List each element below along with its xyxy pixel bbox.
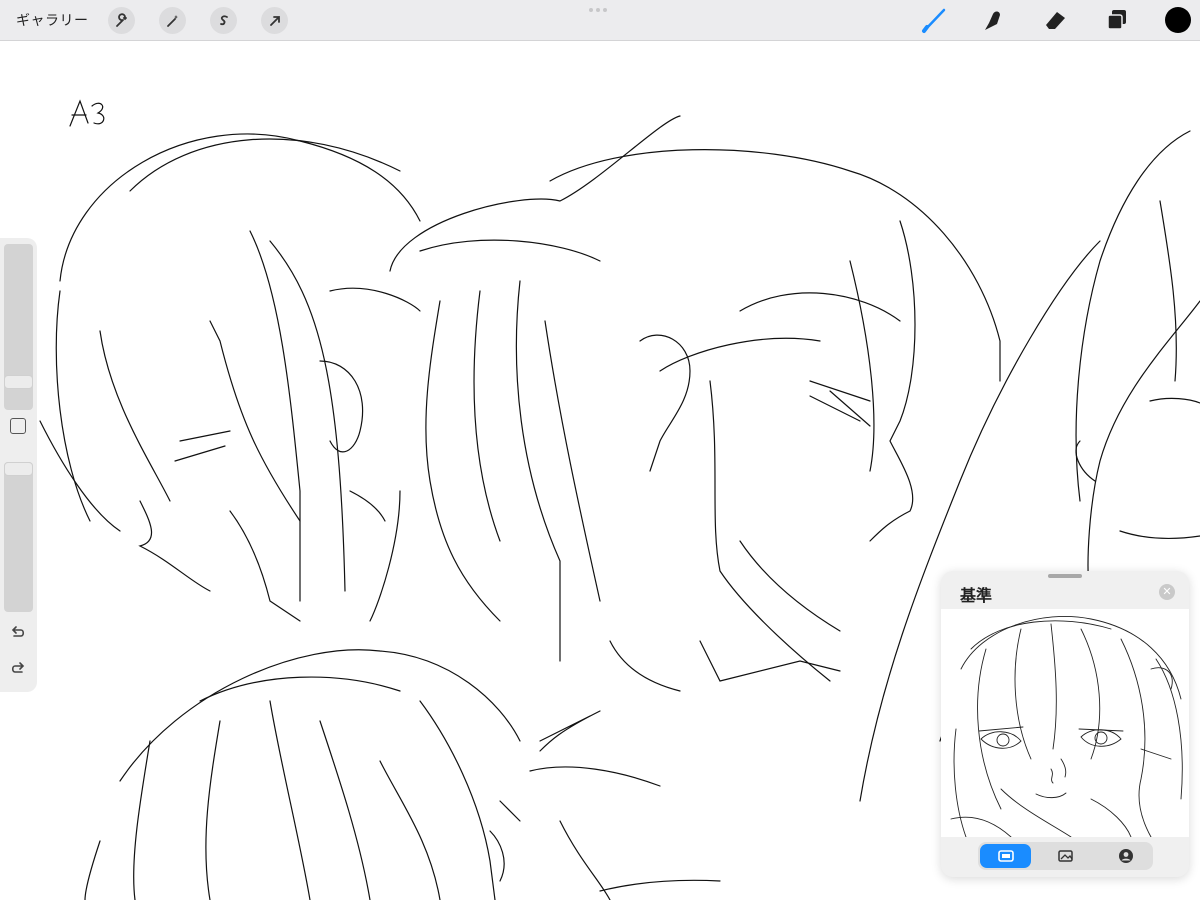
brush-icon[interactable] [920,6,948,34]
reference-panel: 基準 ✕ [941,571,1189,877]
color-swatch[interactable] [1165,7,1191,33]
redo-icon[interactable] [9,660,27,678]
panel-drag-handle[interactable] [1048,574,1082,578]
reference-canvas-preview[interactable] [941,609,1189,838]
selection-icon[interactable] [210,7,237,34]
smudge-icon[interactable] [979,6,1007,34]
face-mode-icon[interactable] [1100,844,1151,868]
eraser-icon[interactable] [1041,6,1069,34]
close-icon[interactable]: ✕ [1159,584,1175,600]
modify-button[interactable] [10,418,26,434]
brush-size-handle[interactable] [4,375,33,389]
image-mode-icon[interactable] [1040,844,1091,868]
top-toolbar: ギャラリー [0,0,1200,41]
panel-title: 基準 [960,586,993,605]
gallery-button[interactable]: ギャラリー [16,10,89,30]
canvas-mode-icon[interactable] [980,844,1031,868]
undo-icon[interactable] [9,624,27,642]
magic-wand-icon[interactable] [159,7,186,34]
reference-mode-selector [978,842,1153,870]
drag-handle[interactable] [589,8,611,12]
opacity-handle[interactable] [4,462,33,476]
left-sidebar [0,238,37,692]
wrench-icon[interactable] [108,7,135,34]
arrow-icon[interactable] [261,7,288,34]
opacity-slider[interactable] [4,462,33,612]
reference-artwork [950,616,1183,838]
layers-icon[interactable] [1103,6,1131,34]
